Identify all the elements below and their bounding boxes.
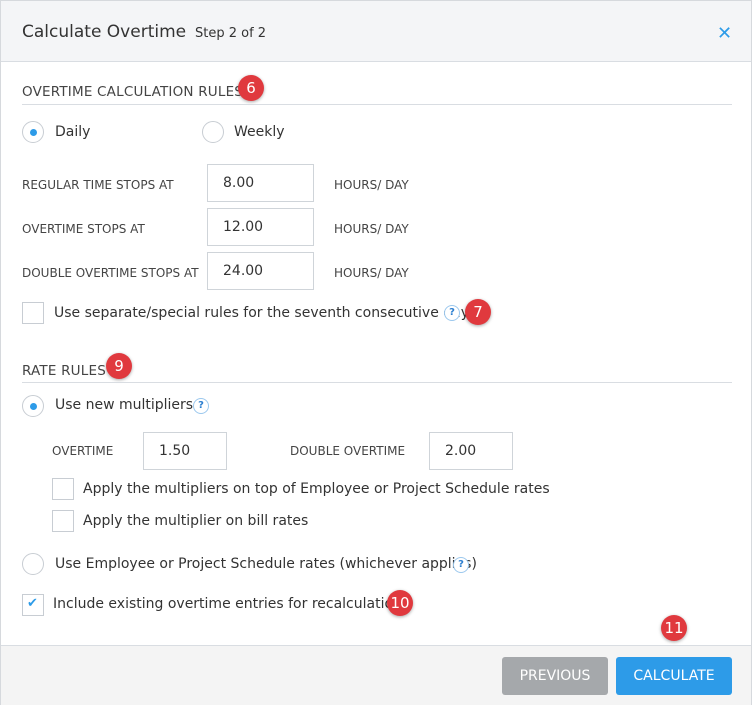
weekly-radio[interactable] (202, 121, 224, 143)
calculate-overtime-dialog: Calculate Overtime Step 2 of 2 ✕ OVERTIM… (0, 0, 752, 705)
close-icon[interactable]: ✕ (717, 23, 732, 44)
divider (22, 382, 732, 383)
annotation-badge: 6 (238, 75, 264, 101)
step-indicator: Step 2 of 2 (195, 26, 267, 41)
divider (22, 104, 732, 105)
annotation-badge: 9 (106, 353, 132, 379)
include-existing-label: Include existing overtime entries for re… (53, 596, 410, 612)
help-icon[interactable]: ? (193, 398, 209, 414)
annotation-badge: 11 (661, 615, 687, 641)
dialog-header: Calculate Overtime Step 2 of 2 ✕ (1, 1, 751, 62)
dialog-title: Calculate Overtime (22, 22, 187, 42)
help-icon[interactable]: ? (453, 557, 469, 573)
annotation-badge: 7 (465, 299, 491, 325)
seventh-day-checkbox[interactable] (22, 302, 44, 324)
annotation-badge: 10 (387, 590, 413, 616)
new-multipliers-radio[interactable] (22, 395, 44, 417)
double-overtime-multiplier-label: DOUBLE OVERTIME (290, 444, 406, 458)
apply-bill-checkbox[interactable] (52, 510, 74, 532)
new-multipliers-label: Use new multipliers (55, 397, 194, 413)
double-overtime-stops-input[interactable] (207, 252, 314, 290)
section-heading-overtime: OVERTIME CALCULATION RULES (22, 84, 244, 100)
overtime-multiplier-label: OVERTIME (52, 444, 114, 458)
overtime-stops-label: OVERTIME STOPS AT (22, 222, 145, 236)
unit-label: HOURS/ DAY (334, 266, 409, 280)
schedule-rates-radio[interactable] (22, 553, 44, 575)
overtime-stops-input[interactable] (207, 208, 314, 246)
regular-time-input[interactable] (207, 164, 314, 202)
double-overtime-stops-label: DOUBLE OVERTIME STOPS AT (22, 266, 199, 280)
apply-bill-label: Apply the multiplier on bill rates (83, 513, 309, 529)
overtime-multiplier-input[interactable] (143, 432, 227, 470)
dialog-footer: PREVIOUS CALCULATE (1, 645, 751, 705)
schedule-rates-label: Use Employee or Project Schedule rates (… (55, 556, 477, 572)
apply-on-top-label: Apply the multipliers on top of Employee… (83, 481, 550, 497)
weekly-label: Weekly (234, 124, 285, 140)
help-icon[interactable]: ? (444, 305, 460, 321)
section-heading-rate: RATE RULES (22, 363, 106, 379)
unit-label: HOURS/ DAY (334, 178, 409, 192)
double-overtime-multiplier-input[interactable] (429, 432, 513, 470)
include-existing-checkbox[interactable] (22, 594, 44, 616)
apply-on-top-checkbox[interactable] (52, 478, 74, 500)
regular-time-label: REGULAR TIME STOPS AT (22, 178, 174, 192)
previous-button[interactable]: PREVIOUS (502, 657, 608, 695)
seventh-day-label: Use separate/special rules for the seven… (54, 305, 470, 321)
unit-label: HOURS/ DAY (334, 222, 409, 236)
calculate-button[interactable]: CALCULATE (616, 657, 732, 695)
daily-radio[interactable] (22, 121, 44, 143)
daily-label: Daily (55, 124, 91, 140)
